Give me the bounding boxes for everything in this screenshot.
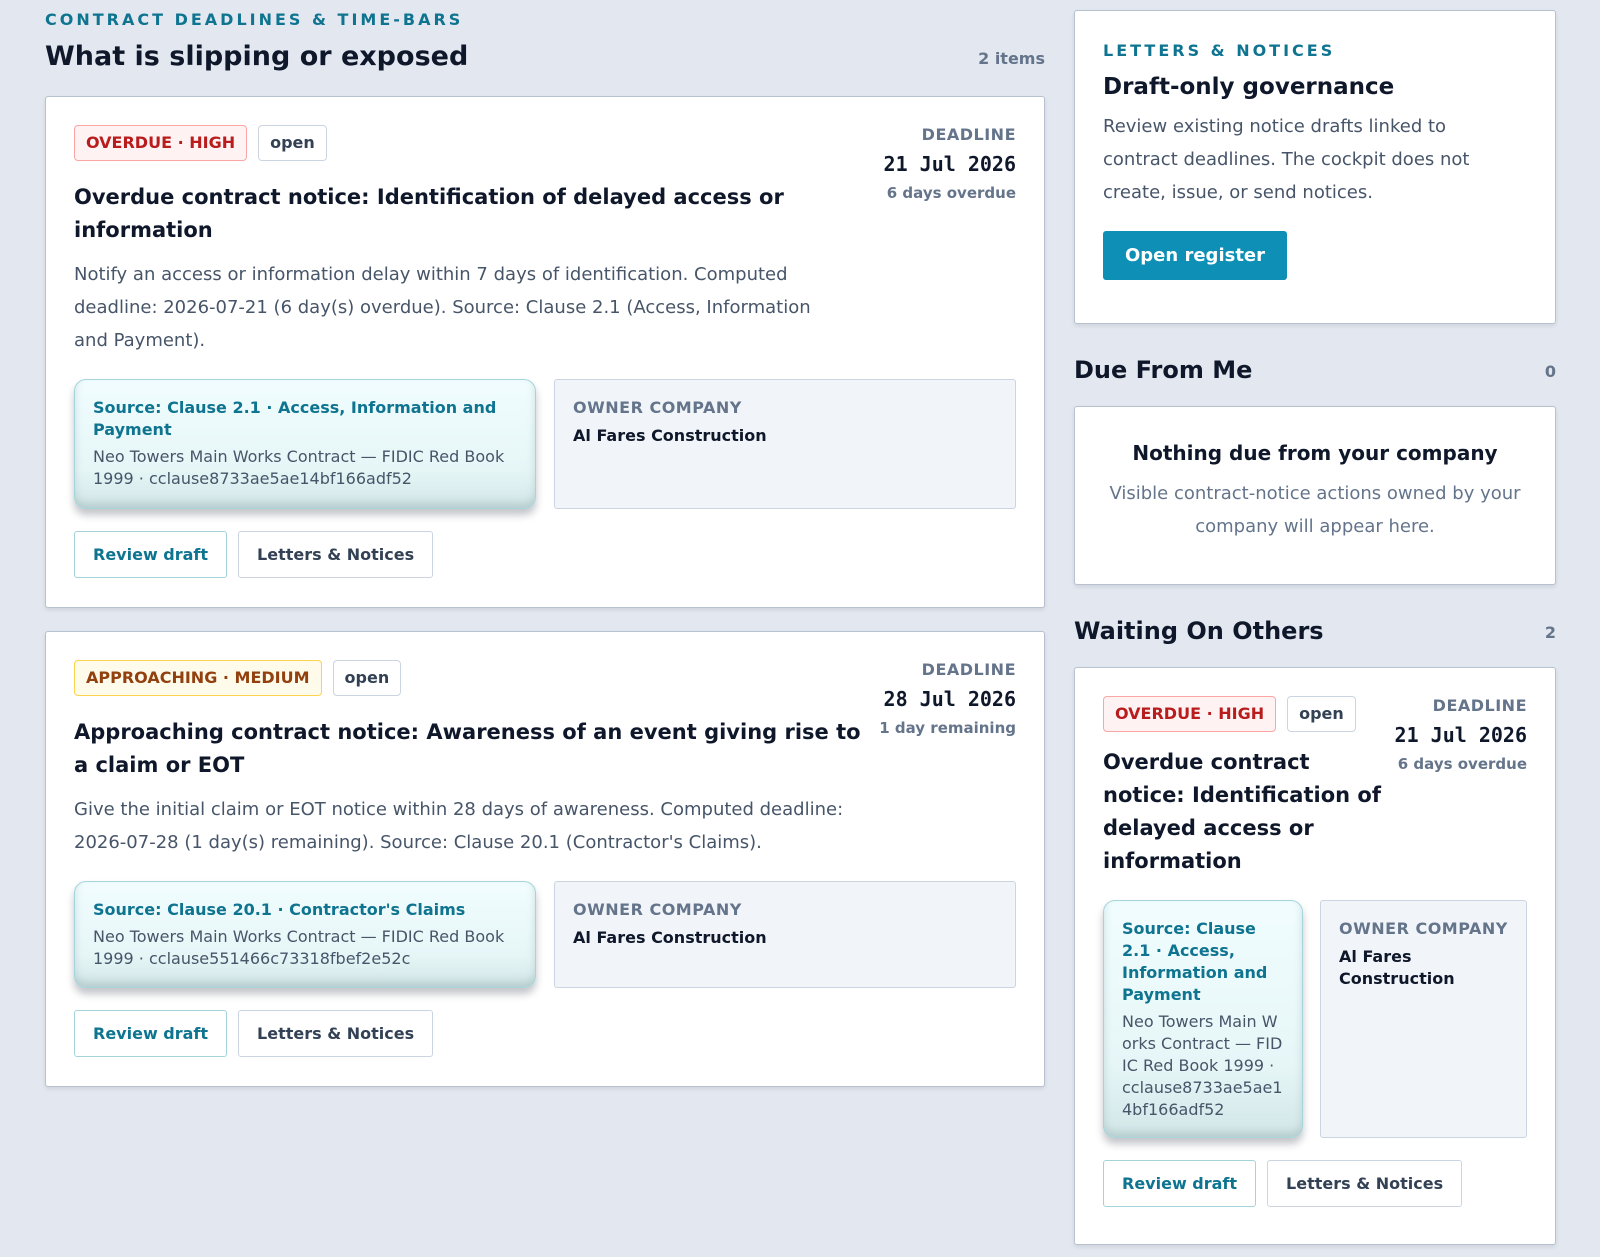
owner-label: OWNER COMPANY <box>573 900 742 919</box>
due-from-me-empty-state: Nothing due from your company Visible co… <box>1074 406 1556 585</box>
badge-row: OVERDUE · HIGH open <box>74 125 1016 161</box>
deadline-label: DEADLINE <box>1432 696 1527 715</box>
page-title: What is slipping or exposed <box>45 41 469 72</box>
deadline-card: OVERDUE · HIGH open DEADLINE 21 Jul 2026… <box>45 96 1045 608</box>
card-actions: Review draft Letters & Notices <box>1103 1160 1527 1207</box>
owner-name: Al Fares Construction <box>573 928 767 947</box>
deadline-block: DEADLINE 21 Jul 2026 6 days overdue <box>884 125 1016 202</box>
meta-row: Source: Clause 20.1 · Contractor's Claim… <box>74 881 1016 988</box>
letters-notices-button[interactable]: Letters & Notices <box>1267 1160 1463 1207</box>
due-from-me-title: Due From Me <box>1074 356 1253 384</box>
panel-description: Review existing notice drafts linked to … <box>1103 116 1470 203</box>
card-description: Notify an access or information delay wi… <box>74 264 811 351</box>
empty-description: Visible contract-notice actions owned by… <box>1109 483 1521 537</box>
source-clause-link[interactable]: Source: Clause 2.1 · Access, Information… <box>74 379 536 509</box>
source-subtitle: Neo Towers Main Works Contract — FIDIC R… <box>1122 1012 1283 1119</box>
waiting-count: 2 <box>1544 623 1556 642</box>
deadline-block: DEADLINE 21 Jul 2026 6 days overdue <box>1395 696 1527 773</box>
due-from-me-count: 0 <box>1544 362 1556 381</box>
letters-notices-button[interactable]: Letters & Notices <box>238 1010 434 1057</box>
waiting-title: Waiting On Others <box>1074 617 1324 645</box>
deadline-relative: 6 days overdue <box>1397 755 1527 773</box>
source-clause-link[interactable]: Source: Clause 20.1 · Contractor's Claim… <box>74 881 536 988</box>
deadline-block: DEADLINE 28 Jul 2026 1 day remaining <box>879 660 1016 737</box>
deadline-date: 21 Jul 2026 <box>883 152 1016 176</box>
owner-company-box: OWNER COMPANY Al Fares Construction <box>554 379 1016 509</box>
card-actions: Review draft Letters & Notices <box>74 531 1016 578</box>
source-subtitle: Neo Towers Main Works Contract — FIDIC R… <box>93 927 505 968</box>
deadline-date: 28 Jul 2026 <box>883 687 1016 711</box>
panel-eyebrow: LETTERS & NOTICES <box>1103 41 1336 60</box>
status-badge: open <box>258 125 327 161</box>
owner-name: Al Fares Construction <box>1339 947 1455 988</box>
source-title: Source: Clause 2.1 · Access, Information… <box>93 398 497 439</box>
severity-badge: APPROACHING · MEDIUM <box>74 660 322 696</box>
severity-badge: OVERDUE · HIGH <box>1103 696 1277 732</box>
source-title: Source: Clause 20.1 · Contractor's Claim… <box>93 900 466 919</box>
deadline-relative: 6 days overdue <box>886 184 1016 202</box>
owner-label: OWNER COMPANY <box>1339 919 1508 938</box>
source-title: Source: Clause 2.1 · Access, Information… <box>1122 919 1268 1004</box>
owner-label: OWNER COMPANY <box>573 398 742 417</box>
deadline-label: DEADLINE <box>921 125 1016 144</box>
item-count: 2 items <box>978 49 1045 68</box>
waiting-header: Waiting On Others 2 <box>1074 617 1556 645</box>
severity-badge: OVERDUE · HIGH <box>74 125 248 161</box>
badge-row: APPROACHING · MEDIUM open <box>74 660 1016 696</box>
panel-title: Draft-only governance <box>1103 74 1395 100</box>
source-subtitle: Neo Towers Main Works Contract — FIDIC R… <box>93 447 505 488</box>
review-draft-button[interactable]: Review draft <box>74 1010 228 1057</box>
card-title: Approaching contract notice: Awareness o… <box>74 720 861 777</box>
deadline-date: 21 Jul 2026 <box>1394 723 1527 747</box>
review-draft-button[interactable]: Review draft <box>1103 1160 1257 1207</box>
deadline-card: APPROACHING · MEDIUM open DEADLINE 28 Ju… <box>45 631 1045 1087</box>
owner-name: Al Fares Construction <box>573 426 767 445</box>
waiting-deadline-card: OVERDUE · HIGH open DEADLINE 21 Jul 2026… <box>1074 667 1556 1245</box>
deadlines-column: CONTRACT DEADLINES & TIME-BARS What is s… <box>45 0 1045 1087</box>
deadline-relative: 1 day remaining <box>879 719 1016 737</box>
empty-title: Nothing due from your company <box>1132 441 1498 465</box>
section-header: What is slipping or exposed 2 items <box>45 41 1045 72</box>
side-column: LETTERS & NOTICES Draft-only governance … <box>1074 10 1556 1245</box>
owner-company-box: OWNER COMPANY Al Fares Construction <box>554 881 1016 988</box>
card-description: Give the initial claim or EOT notice wit… <box>74 799 844 853</box>
meta-row: Source: Clause 2.1 · Access, Information… <box>74 379 1016 509</box>
review-draft-button[interactable]: Review draft <box>74 531 228 578</box>
letters-notices-button[interactable]: Letters & Notices <box>238 531 434 578</box>
due-from-me-header: Due From Me 0 <box>1074 356 1556 384</box>
card-title: Overdue contract notice: Identification … <box>74 185 784 242</box>
card-actions: Review draft Letters & Notices <box>74 1010 1016 1057</box>
source-clause-link[interactable]: Source: Clause 2.1 · Access, Information… <box>1103 900 1303 1138</box>
meta-row: Source: Clause 2.1 · Access, Information… <box>1103 900 1527 1138</box>
status-badge: open <box>1287 696 1356 732</box>
status-badge: open <box>332 660 402 696</box>
deadline-label: DEADLINE <box>921 660 1016 679</box>
owner-company-box: OWNER COMPANY Al Fares Construction <box>1320 900 1527 1138</box>
open-register-button[interactable]: Open register <box>1103 231 1288 280</box>
section-eyebrow: CONTRACT DEADLINES & TIME-BARS <box>45 10 464 29</box>
letters-notices-panel: LETTERS & NOTICES Draft-only governance … <box>1074 10 1556 324</box>
card-title: Overdue contract notice: Identification … <box>1103 750 1381 873</box>
